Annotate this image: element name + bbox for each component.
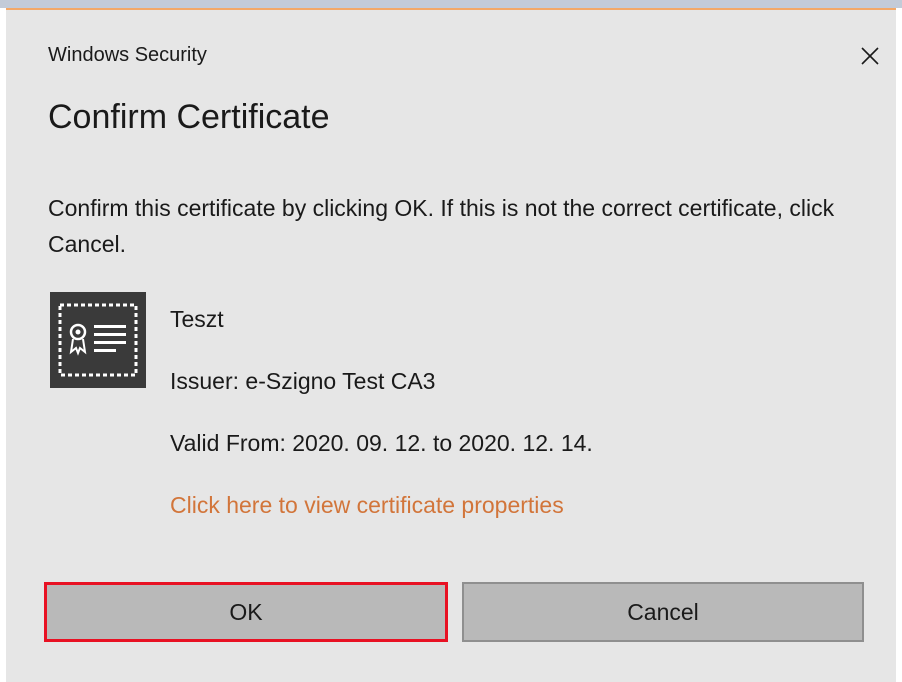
certificate-name: Teszt — [170, 306, 224, 332]
certificate-validity: Valid From: 2020. 09. 12. to 2020. 12. 1… — [170, 430, 593, 456]
certificate-icon — [50, 292, 146, 388]
dialog-message: Confirm this certificate by clicking OK.… — [48, 195, 835, 257]
cancel-button[interactable]: Cancel — [462, 582, 864, 642]
background-strip — [0, 0, 902, 8]
close-icon — [861, 47, 879, 65]
certificate-issuer: Issuer: e-Szigno Test CA3 — [170, 368, 436, 394]
window-title: Windows Security — [48, 44, 207, 66]
windows-security-dialog: Windows Security Confirm Certificate Con… — [6, 8, 896, 682]
close-button[interactable] — [850, 36, 890, 76]
dialog-heading: Confirm Certificate — [48, 98, 330, 136]
view-certificate-properties-link[interactable]: Click here to view certificate propertie… — [170, 492, 564, 519]
ok-button[interactable]: OK — [44, 582, 448, 642]
